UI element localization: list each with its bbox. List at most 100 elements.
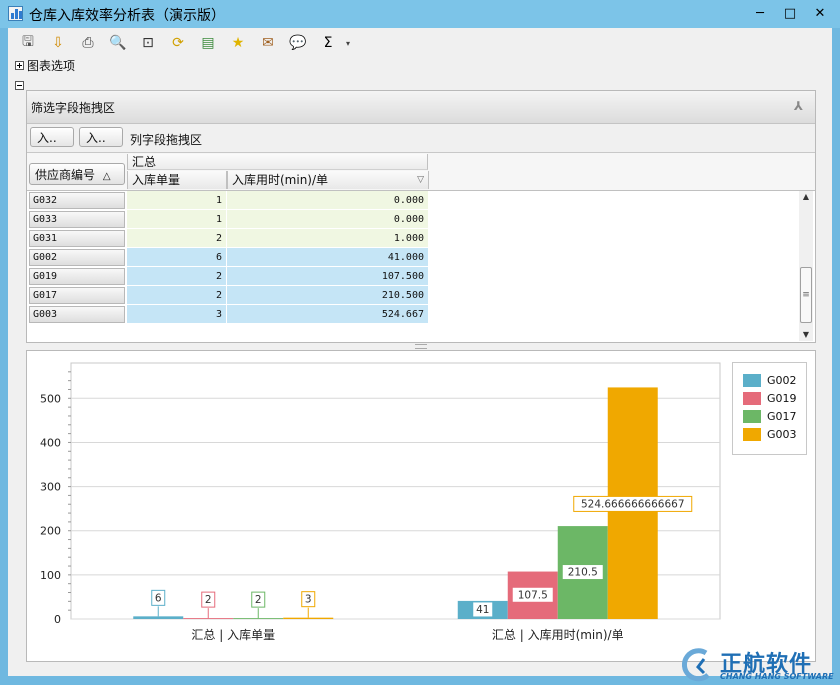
comment-icon[interactable]: 💬 [286,32,310,54]
filter-icon[interactable]: ▽ [417,171,424,189]
cell-time: 1.000 [227,229,429,248]
row-header[interactable]: G033 [29,211,125,228]
scroll-thumb[interactable]: ≡ [800,267,812,323]
legend-item: G002 [743,373,797,387]
window-title: 仓库入库效率分析表（演示版） [29,8,225,24]
cell-count: 2 [127,229,227,248]
row-header[interactable]: G019 [29,268,125,285]
data-label: 6 [155,592,162,604]
pivot-header: 供应商编号 △ 汇总 入库单量 入库用时(min)/单 ▽ [27,153,815,191]
table-row[interactable]: G003 3 524.667 [27,305,429,324]
legend-item: G003 [743,427,797,441]
row-header[interactable]: G017 [29,287,125,304]
chart-legend: G002 G019 G017 G003 [732,362,807,455]
data-label: 107.5 [518,589,548,601]
row-field-label: 供应商编号 [35,168,96,182]
data-label: 210.5 [568,567,598,579]
cell-time: 0.000 [227,191,429,210]
legend-swatch [743,409,761,423]
minimize-button[interactable]: ─ [746,4,774,24]
field-button-2[interactable]: 入.. [79,127,123,147]
cell-count: 6 [127,248,227,267]
row-header[interactable]: G003 [29,306,125,323]
refresh-icon[interactable]: ⟳ [166,32,190,54]
field-button-1[interactable]: 入.. [30,127,74,147]
table-row[interactable]: G032 1 0.000 [27,191,429,210]
chart-options-label: 图表选项 [27,59,76,73]
cell-time: 210.500 [227,286,429,305]
col-header-time[interactable]: 入库用时(min)/单 ▽ [227,171,429,189]
data-label: 2 [255,594,262,606]
table-row[interactable]: G033 1 0.000 [27,210,429,229]
legend-label: G002 [767,373,797,387]
row-field-button[interactable]: 供应商编号 △ [29,163,125,185]
expand-icon[interactable] [15,61,24,70]
data-label: 3 [305,594,312,606]
app-icon [8,6,23,21]
row-header[interactable]: G032 [29,192,125,209]
y-tick-label: 400 [40,436,61,449]
sort-asc-icon[interactable]: △ [103,171,111,182]
cell-time: 41.000 [227,248,429,267]
client-area: 🖫 ⇩ ⎙ 🔍 ⊡ ⟳ ▤ ★ ✉ 💬 Σ ▾ 图表选项 筛选字段拖拽区 ⅄ 入.. 入.. 列字段拖… [8,28,832,676]
chart-panel: 0 100 200 300 400 500 汇总 | 入库单量 6 2 2 3 汇总 | 入库用时(m… [26,350,816,662]
collapse-icon[interactable] [15,81,24,90]
vertical-scrollbar[interactable]: ▲ ≡ ▼ [799,191,813,341]
pivot-grid: 筛选字段拖拽区 ⅄ 入.. 入.. 列字段拖拽区 供应商编号 △ 汇总 入库单量… [26,90,816,343]
bar [283,617,334,619]
maximize-button[interactable]: □ [776,4,804,24]
filter-drop-area[interactable]: 筛选字段拖拽区 ⅄ [27,91,815,124]
col-header-count[interactable]: 入库单量 [127,171,227,189]
data-label: 41 [476,604,489,616]
toolbar: 🖫 ⇩ ⎙ 🔍 ⊡ ⟳ ▤ ★ ✉ 💬 Σ ▾ [16,31,354,55]
y-tick-label: 300 [40,481,61,494]
scroll-up-icon[interactable]: ▲ [799,191,813,203]
export-icon[interactable]: ⇩ [46,32,70,54]
table-row[interactable]: G017 2 210.500 [27,286,429,305]
find-icon[interactable]: ⊡ [136,32,160,54]
scroll-down-icon[interactable]: ▼ [799,329,813,341]
brand-logo-icon [681,648,710,682]
excel-icon[interactable]: ▤ [196,32,220,54]
data-label: 524.666666666667 [581,498,685,510]
table-row[interactable]: G019 2 107.500 [27,267,429,286]
preview-icon[interactable]: 🔍 [106,32,130,54]
bar [183,618,234,619]
legend-item: G017 [743,409,797,423]
toolbar-dropdown-icon[interactable]: ▾ [346,39,354,48]
row-header[interactable]: G031 [29,230,125,247]
row-header[interactable]: G002 [29,249,125,266]
favorite-icon[interactable]: ★ [226,32,250,54]
col-header-count-label: 入库单量 [132,173,181,187]
table-row[interactable]: G031 2 1.000 [27,229,429,248]
y-tick-label: 0 [54,613,61,626]
chart-options-toggle[interactable]: 图表选项 [15,57,75,74]
table-row[interactable]: G002 6 41.000 [27,248,429,267]
summary-header: 汇总 [127,154,428,170]
legend-item: G019 [743,391,797,405]
chart-toggle-icon[interactable]: ⅄ [794,99,803,113]
title-bar: 仓库入库效率分析表（演示版） ─ □ ✕ [0,0,840,28]
legend-swatch [743,391,761,405]
cell-count: 2 [127,286,227,305]
bar [233,618,284,619]
legend-label: G019 [767,391,797,405]
column-drop-area[interactable]: 入.. 入.. 列字段拖拽区 [27,124,815,153]
cell-time: 107.500 [227,267,429,286]
filter-area-label: 筛选字段拖拽区 [31,101,116,115]
bar-chart: 0 100 200 300 400 500 汇总 | 入库单量 6 2 2 3 汇总 | 入库用时(m… [40,362,721,642]
column-area-label: 列字段拖拽区 [130,133,203,147]
save-icon[interactable]: 🖫 [16,32,40,54]
mail-icon[interactable]: ✉ [256,32,280,54]
cell-count: 3 [127,305,227,324]
data-label: 2 [205,594,212,606]
col-header-time-label: 入库用时(min)/单 [232,173,329,187]
sum-icon[interactable]: Σ [316,32,340,54]
collapse-toggle[interactable] [15,81,24,90]
cell-time: 0.000 [227,210,429,229]
print-icon[interactable]: ⎙ [76,32,100,54]
splitter-handle[interactable] [415,344,427,349]
close-button[interactable]: ✕ [806,4,834,24]
legend-swatch [743,427,761,441]
legend-label: G003 [767,427,797,441]
